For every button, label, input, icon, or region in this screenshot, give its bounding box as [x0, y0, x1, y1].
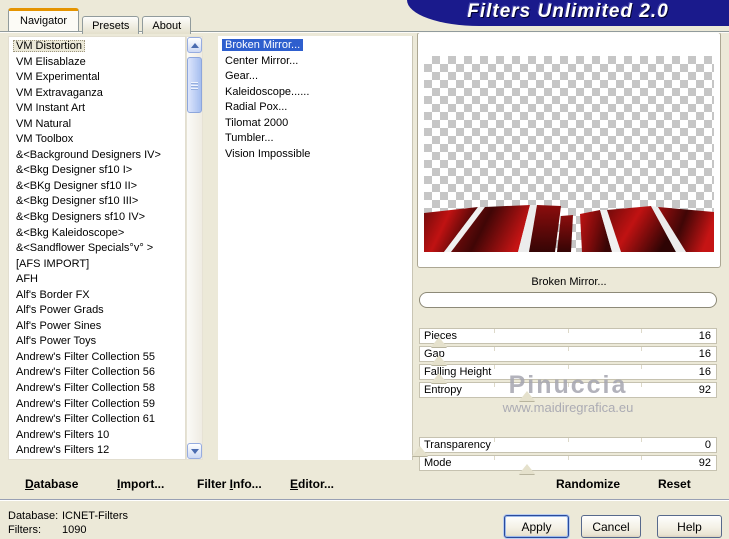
- scroll-up-icon: [191, 43, 199, 48]
- database-button[interactable]: Database: [25, 477, 78, 491]
- slider-label: Entropy: [424, 384, 462, 396]
- tab-presets[interactable]: Presets: [82, 16, 140, 34]
- category-item[interactable]: Alf's Power Toys: [9, 334, 185, 350]
- tab-about[interactable]: About: [142, 16, 192, 34]
- progress-bar: [419, 292, 717, 308]
- slider-value: 16: [698, 330, 711, 342]
- filterinfo-button[interactable]: Filter Info...: [197, 477, 262, 491]
- scroll-down-icon: [191, 449, 199, 454]
- scrollbar-grip-icon: [191, 82, 198, 90]
- category-item[interactable]: AFH: [9, 272, 185, 288]
- editor-button[interactable]: Editor...: [290, 477, 334, 491]
- preview-panel: [417, 32, 721, 268]
- slider-value: 0: [704, 439, 711, 451]
- status-filters-label: Filters:: [8, 524, 41, 536]
- category-item[interactable]: Andrew's Filter Collection 59: [9, 397, 185, 413]
- slider-transparency[interactable]: Transparency 0: [412, 437, 717, 456]
- slider-pieces[interactable]: Pieces 16: [419, 328, 717, 347]
- scrollbar-thumb[interactable]: [187, 57, 202, 113]
- selected-filter-caption: Broken Mirror...: [531, 276, 607, 288]
- filter-item[interactable]: Broken Mirror...: [218, 38, 412, 54]
- filter-item[interactable]: Radial Pox...: [218, 100, 412, 116]
- status-database-label: Database:: [8, 510, 59, 522]
- category-item[interactable]: &<BKg Designer sf10 II>: [9, 179, 185, 195]
- category-item[interactable]: Andrew's Filters 10: [9, 428, 185, 444]
- slider-value: 92: [698, 384, 711, 396]
- filter-list: Broken Mirror... Center Mirror... Gear... K…: [218, 36, 413, 460]
- slider-thumb-icon[interactable]: [430, 355, 447, 365]
- slider-falling-height[interactable]: Falling Height 16: [419, 364, 717, 383]
- app-title: Filters Unlimited 2.0: [467, 1, 669, 22]
- category-item[interactable]: &<Sandflower Specials°v° >: [9, 241, 185, 257]
- category-item[interactable]: VM Natural: [9, 117, 185, 133]
- category-item[interactable]: Andrew's Filter Collection 58: [9, 381, 185, 397]
- status-filters-value: 1090: [62, 524, 87, 536]
- slider-group-main: Pieces 16 Gap 16 Falling Height 16 Entropy 92: [419, 328, 717, 401]
- broken-mirror-preview-graphic: [424, 205, 714, 252]
- filter-item[interactable]: Kaleidoscope......: [218, 85, 412, 101]
- watermark-url: www.maidiregrafica.eu: [502, 400, 634, 415]
- category-item[interactable]: Alf's Border FX: [9, 288, 185, 304]
- statusbar-separator: [0, 499, 729, 501]
- category-item[interactable]: VM Extravaganza: [9, 86, 185, 102]
- slider-value: 16: [698, 348, 711, 360]
- preview-image: [424, 56, 714, 252]
- category-item[interactable]: &<Bkg Designers sf10 IV>: [9, 210, 185, 226]
- category-item[interactable]: VM Experimental: [9, 70, 185, 86]
- status-database-value: ICNET-Filters: [62, 510, 128, 522]
- filter-item[interactable]: Tumbler...: [218, 131, 412, 147]
- slider-group-extra: Transparency 0 Mode 92: [412, 437, 717, 474]
- category-item[interactable]: VM Distortion: [9, 39, 185, 55]
- slider-entropy[interactable]: Entropy 92: [419, 382, 717, 401]
- tab-navigator[interactable]: Navigator: [8, 8, 80, 31]
- slider-thumb-icon[interactable]: [430, 337, 447, 347]
- randomize-button[interactable]: Randomize: [556, 477, 620, 491]
- slider-label: Mode: [424, 457, 452, 469]
- category-item[interactable]: &<Bkg Kaleidoscope>: [9, 226, 185, 242]
- filter-item[interactable]: Vision Impossible: [218, 147, 412, 163]
- category-item[interactable]: VM Elisablaze: [9, 55, 185, 71]
- filter-item[interactable]: Tilomat 2000: [218, 116, 412, 132]
- category-item[interactable]: &<Bkg Designer sf10 I>: [9, 163, 185, 179]
- slider-gap[interactable]: Gap 16: [419, 346, 717, 365]
- slider-thumb-icon[interactable]: [518, 464, 535, 474]
- title-banner: Filters Unlimited 2.0: [407, 0, 729, 26]
- category-scrollbar[interactable]: [186, 36, 203, 460]
- apply-button[interactable]: Apply: [504, 515, 569, 538]
- category-item[interactable]: Alf's Power Sines: [9, 319, 185, 335]
- category-item[interactable]: VM Toolbox: [9, 132, 185, 148]
- slider-thumb-icon[interactable]: [412, 446, 428, 456]
- slider-label: Transparency: [424, 439, 491, 451]
- filter-item[interactable]: Gear...: [218, 69, 412, 85]
- import-button[interactable]: Import...: [117, 477, 164, 491]
- slider-mode[interactable]: Mode 92: [419, 455, 717, 474]
- slider-value: 16: [698, 366, 711, 378]
- reset-button[interactable]: Reset: [658, 477, 691, 491]
- scroll-down-button[interactable]: [187, 443, 202, 459]
- slider-value: 92: [698, 457, 711, 469]
- category-item[interactable]: &<Bkg Designer sf10 III>: [9, 194, 185, 210]
- slider-thumb-icon[interactable]: [430, 373, 447, 383]
- category-item[interactable]: Andrew's Filter Collection 56: [9, 365, 185, 381]
- help-button[interactable]: Help: [657, 515, 722, 538]
- scroll-up-button[interactable]: [187, 37, 202, 53]
- cancel-button[interactable]: Cancel: [581, 515, 641, 538]
- category-item[interactable]: Andrew's Filter Collection 61: [9, 412, 185, 428]
- category-list: VM Distortion VM Elisablaze VM Experimenta…: [8, 36, 186, 460]
- slider-thumb-icon[interactable]: [518, 391, 535, 401]
- category-item[interactable]: VM Instant Art: [9, 101, 185, 117]
- category-item[interactable]: Alf's Power Grads: [9, 303, 185, 319]
- category-item[interactable]: &<Background Designers IV>: [9, 148, 185, 164]
- category-item[interactable]: [AFS IMPORT]: [9, 257, 185, 273]
- category-item[interactable]: Andrew's Filter Collection 55: [9, 350, 185, 366]
- tab-strip: Navigator Presets About: [8, 7, 194, 34]
- category-item[interactable]: Andrew's Filters 12: [9, 443, 185, 459]
- filter-item[interactable]: Center Mirror...: [218, 54, 412, 70]
